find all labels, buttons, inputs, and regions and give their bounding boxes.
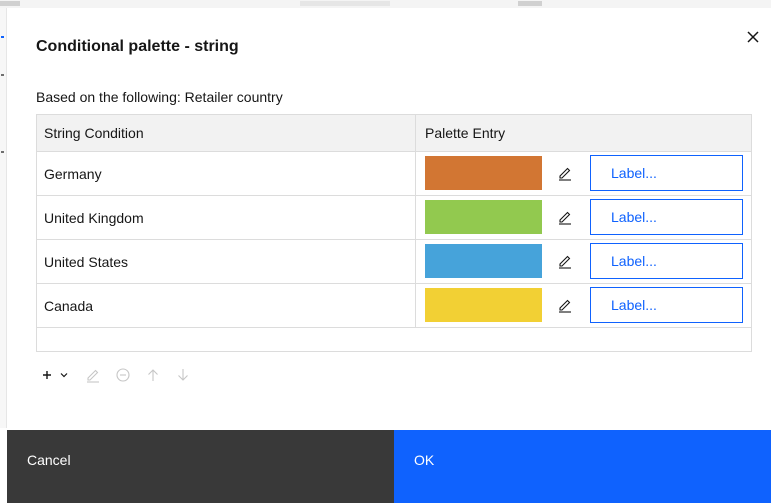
- pencil-icon: [559, 167, 571, 181]
- dialog-title: Conditional palette - string: [36, 38, 239, 55]
- add-icon: [43, 371, 51, 379]
- chevron-down-icon: [60, 373, 68, 378]
- condition-cell: Canada: [44, 298, 94, 314]
- background-fragment: [518, 1, 542, 6]
- column-divider: [415, 152, 416, 196]
- table-row[interactable]: Germany Label...: [37, 152, 751, 196]
- background-fragment: [1, 74, 4, 76]
- edit-color-button[interactable]: [554, 162, 576, 184]
- pencil-icon: [559, 255, 571, 269]
- color-swatch[interactable]: [425, 156, 542, 190]
- edit-color-button[interactable]: [554, 206, 576, 228]
- condition-cell: Germany: [44, 166, 102, 182]
- pencil-icon: [559, 211, 571, 225]
- add-menu-toggle[interactable]: [59, 364, 69, 386]
- move-up-icon: [148, 369, 158, 381]
- color-swatch[interactable]: [425, 244, 542, 278]
- label-button[interactable]: Label...: [590, 155, 743, 191]
- condition-cell: United Kingdom: [44, 210, 144, 226]
- move-down-icon: [178, 369, 188, 381]
- label-button[interactable]: Label...: [590, 287, 743, 323]
- remove-icon: [116, 368, 130, 382]
- table-row[interactable]: United States Label...: [37, 240, 751, 284]
- cancel-button-label: Cancel: [27, 452, 71, 468]
- background-fragment: [1, 36, 4, 38]
- label-button[interactable]: Label...: [590, 199, 743, 235]
- row-toolbar: [41, 364, 205, 386]
- palette-table: String Condition Palette Entry Germany L…: [36, 114, 752, 352]
- close-icon: [747, 31, 759, 43]
- background-fragment: [1, 151, 4, 153]
- conditional-palette-dialog: Conditional palette - string Based on th…: [7, 8, 771, 503]
- pencil-icon: [559, 299, 571, 313]
- column-divider: [415, 196, 416, 240]
- dialog-subtitle: Based on the following: Retailer country: [36, 89, 283, 105]
- background-app-edge: [0, 8, 7, 428]
- color-swatch[interactable]: [425, 288, 542, 322]
- edit-icon: [87, 369, 99, 383]
- screen: Conditional palette - string Based on th…: [0, 0, 771, 503]
- column-divider: [415, 240, 416, 284]
- column-divider: [415, 284, 416, 328]
- add-button[interactable]: [41, 364, 53, 386]
- background-fragment: [0, 1, 20, 6]
- cancel-button[interactable]: Cancel: [7, 430, 394, 503]
- header-palette-entry: Palette Entry: [425, 125, 506, 141]
- label-button[interactable]: Label...: [590, 243, 743, 279]
- edit-color-button[interactable]: [554, 250, 576, 272]
- table-header: String Condition Palette Entry: [37, 115, 751, 152]
- header-string-condition: String Condition: [44, 125, 144, 141]
- move-up-button[interactable]: [145, 364, 161, 386]
- table-row[interactable]: Canada Label...: [37, 284, 751, 328]
- move-down-button[interactable]: [175, 364, 191, 386]
- color-swatch[interactable]: [425, 200, 542, 234]
- table-row[interactable]: United Kingdom Label...: [37, 196, 751, 240]
- edit-row-button[interactable]: [85, 364, 101, 386]
- ok-button[interactable]: OK: [394, 430, 771, 503]
- remove-row-button[interactable]: [115, 364, 131, 386]
- edit-color-button[interactable]: [554, 294, 576, 316]
- ok-button-label: OK: [414, 452, 435, 468]
- condition-cell: United States: [44, 254, 129, 270]
- background-fragment: [300, 1, 390, 6]
- dialog-footer: Cancel OK: [7, 430, 771, 503]
- column-divider: [415, 115, 416, 151]
- close-button[interactable]: [742, 26, 764, 48]
